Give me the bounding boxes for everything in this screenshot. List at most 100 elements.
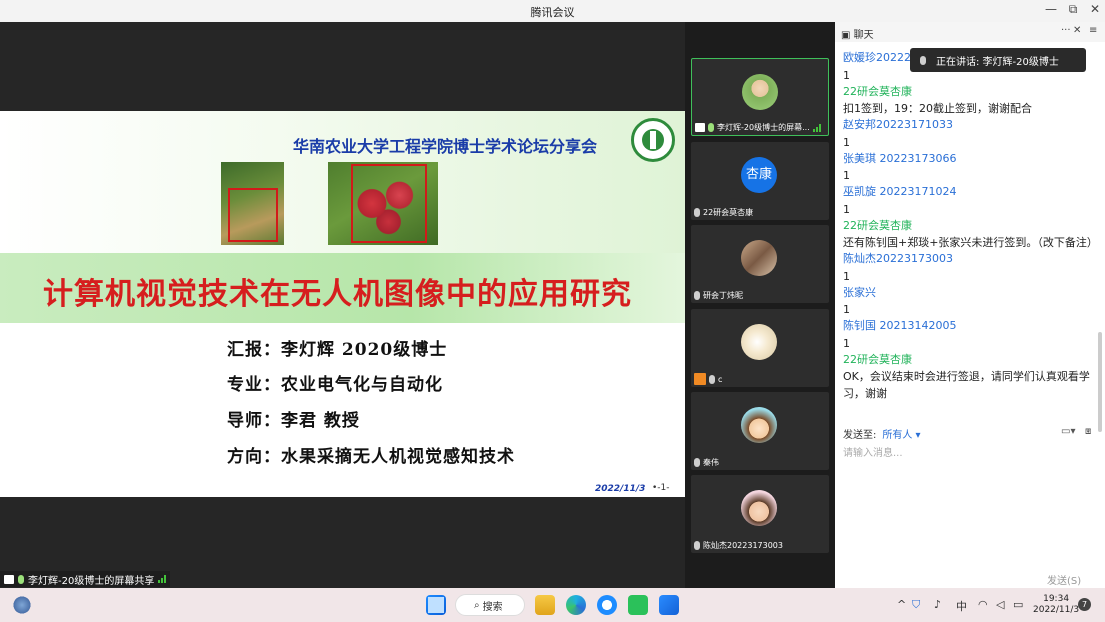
- participant-name: c: [718, 374, 723, 384]
- microphone-muted-icon: [709, 374, 715, 384]
- weather-widget-icon[interactable]: [12, 595, 32, 615]
- chat-message-text: 扣1签到，19：20截止签到，谢谢配合: [843, 102, 1032, 115]
- security-shield-icon[interactable]: ⛉: [912, 598, 920, 612]
- presentation-slide: 华南农业大学工程学院博士学术论坛分享会 计算机视觉技术在无人机图像中的应用研究 …: [0, 111, 685, 497]
- participant-tile[interactable]: c: [691, 309, 829, 387]
- participant-panel: 李灯辉-20级博士的屏幕... 杏康 22研会莫杏康 研会丁炜昵 c 秦伟 陈灿…: [685, 22, 835, 588]
- chat-sender-name: 巫凯旋 20223171024: [843, 185, 957, 198]
- slide-advisor: 导师：李君 教授: [227, 411, 360, 431]
- microphone-muted-icon: [694, 291, 700, 300]
- close-chat-button[interactable]: ✕: [1073, 25, 1081, 36]
- litchi-detection-image: [328, 162, 438, 245]
- title-bar: 腾讯会议 — ⧉ ✕: [0, 0, 1105, 22]
- tencent-meeting-icon[interactable]: [659, 595, 679, 615]
- screen-share-icon: [4, 574, 14, 584]
- slide-major: 专业：农业电气化与自动化: [227, 375, 443, 395]
- chat-message-text: 1: [843, 269, 850, 283]
- notification-badge[interactable]: 7: [1078, 598, 1091, 611]
- wifi-icon[interactable]: ◠: [978, 598, 988, 611]
- share-badge-label: 李灯辉-20级博士的屏幕共享: [28, 575, 155, 587]
- chat-message-text: 1: [843, 202, 850, 216]
- avatar: [741, 324, 777, 360]
- slide-date: 2022/11/3: [595, 484, 646, 494]
- participant-tile[interactable]: 秦伟: [691, 392, 829, 470]
- participant-name: 李灯辉-20级博士的屏幕...: [717, 123, 810, 132]
- clock-time: 19:34: [1043, 594, 1070, 604]
- participant-tile[interactable]: 陈灿杰20223173003: [691, 475, 829, 553]
- chat-message-text: 1: [843, 303, 850, 316]
- window-title: 腾讯会议: [530, 6, 575, 19]
- microphone-muted-icon: [694, 208, 700, 217]
- chat-scrollbar[interactable]: [1098, 332, 1102, 432]
- wechat-icon[interactable]: [628, 595, 648, 615]
- detection-box: [351, 164, 427, 243]
- microphone-muted-icon: [694, 458, 700, 467]
- edge-browser-icon[interactable]: [566, 595, 586, 615]
- avatar: [741, 490, 777, 526]
- minimize-button[interactable]: —: [1042, 2, 1060, 16]
- ime-indicator[interactable]: 中: [956, 598, 967, 614]
- signal-icon: [812, 123, 821, 132]
- participant-tile[interactable]: 李灯辉-20级博士的屏幕...: [691, 58, 829, 136]
- file-explorer-icon[interactable]: [535, 595, 555, 615]
- screen-share-icon: [695, 123, 705, 132]
- volume-icon[interactable]: ◁: [996, 598, 1004, 611]
- participant-name: 秦伟: [703, 458, 719, 467]
- taskbar-search[interactable]: ⌕ 搜索: [455, 594, 525, 616]
- battery-icon[interactable]: ▭: [1013, 598, 1023, 611]
- chat-message-text: 还有陈钊国+郑琰+张家兴未进行签到。（改下备注）: [843, 236, 1098, 249]
- restore-button[interactable]: ⧉: [1064, 2, 1082, 17]
- speaking-text: 正在讲话: 李灯辉-20级博士: [936, 56, 1059, 68]
- screenshot-icon[interactable]: ⧆: [1085, 426, 1091, 437]
- chat-header: ▣ 聊天 ··· ✕ ≡: [835, 22, 1105, 42]
- slide-reporter: 汇报：李灯辉 2020级博士: [227, 340, 448, 360]
- slide-subtitle: 华南农业大学工程学院博士学术论坛分享会: [292, 137, 597, 156]
- chevron-up-icon[interactable]: ^: [897, 598, 906, 611]
- menu-icon[interactable]: ≡: [1089, 25, 1097, 36]
- university-logo-icon: [631, 118, 675, 162]
- close-window-button[interactable]: ✕: [1086, 2, 1104, 16]
- chat-sender-name: 赵安邦20223171033: [843, 118, 953, 131]
- send-button[interactable]: 发送(S): [1047, 572, 1081, 587]
- participant-name: 陈灿杰20223173003: [703, 541, 783, 550]
- search-icon: ⌕: [474, 599, 480, 611]
- avatar: [742, 74, 778, 110]
- microphone-icon: [18, 574, 24, 584]
- chat-message-text: 1: [843, 135, 850, 149]
- longan-detection-image: [221, 162, 284, 245]
- system-clock[interactable]: 19:34 2022/11/3: [1033, 594, 1079, 616]
- person-icon: [694, 373, 706, 385]
- chat-sender-name: 22研会莫杏康: [843, 218, 912, 232]
- detection-box: [228, 188, 278, 242]
- more-options-button[interactable]: ···: [1061, 25, 1071, 36]
- folder-icon[interactable]: ▭▾: [1061, 426, 1075, 437]
- chat-sender-name: 张家兴: [843, 285, 876, 299]
- chat-sender-name: 22研会莫杏康: [843, 352, 912, 366]
- participant-name: 22研会莫杏康: [703, 208, 754, 217]
- avatar: [741, 240, 777, 276]
- chat-sender-name: 陈灿杰20223173003: [843, 252, 953, 265]
- participant-name: 研会丁炜昵: [703, 291, 743, 300]
- chat-sender-name: 22研会莫杏康: [843, 84, 912, 98]
- chat-message-list: 欧媛珍2022217 1 22研会莫杏康 扣1签到，19：20截止签到，谢谢配合 赵安邦…: [843, 50, 1098, 402]
- avatar: 杏康: [741, 157, 777, 193]
- microphone-tray-icon[interactable]: ♪: [934, 598, 941, 611]
- clock-date: 2022/11/3: [1033, 605, 1080, 615]
- send-to-row: 发送至: 所有人 ▾: [843, 426, 921, 441]
- microphone-icon: [708, 123, 714, 132]
- microphone-muted-icon: [694, 541, 700, 550]
- participant-tile[interactable]: 研会丁炜昵: [691, 225, 829, 303]
- start-button-icon[interactable]: [426, 595, 446, 615]
- chat-message-text: 1: [843, 336, 850, 350]
- participant-tile[interactable]: 杏康 22研会莫杏康: [691, 142, 829, 220]
- send-to-dropdown[interactable]: 所有人 ▾: [882, 430, 920, 441]
- slide-direction: 方向：水果采摘无人机视觉感知技术: [227, 447, 515, 467]
- send-to-label: 发送至:: [843, 430, 877, 441]
- slide-page-number: •-1-: [652, 483, 670, 493]
- chat-sender-name: 张美琪 20223173066: [843, 151, 957, 165]
- chat-input[interactable]: 请输入消息...: [843, 444, 903, 459]
- slide-title: 计算机视觉技术在无人机图像中的应用研究: [43, 277, 632, 312]
- chat-title: ▣ 聊天: [841, 30, 874, 41]
- browser-icon[interactable]: [597, 595, 617, 615]
- chat-sender-name: 陈钊国 20213142005: [843, 319, 957, 332]
